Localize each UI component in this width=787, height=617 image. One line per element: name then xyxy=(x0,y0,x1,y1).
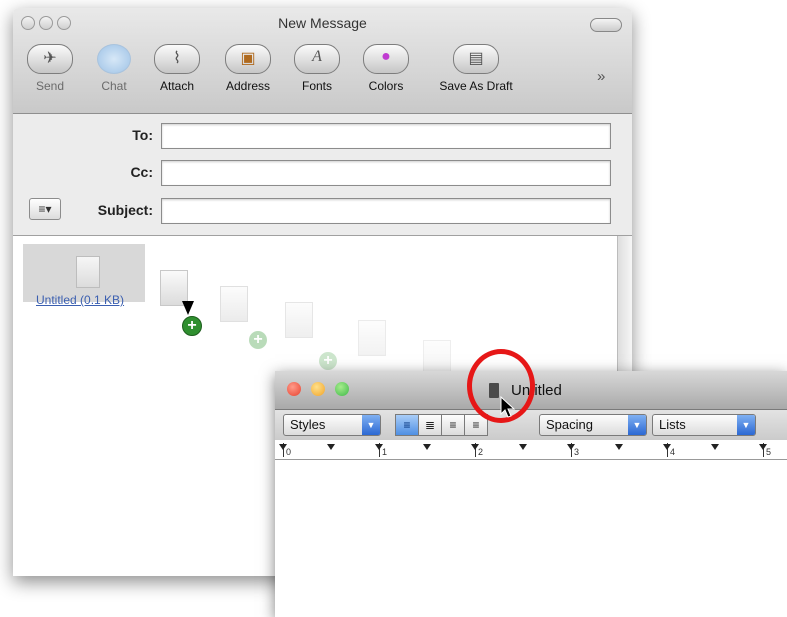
cc-field[interactable] xyxy=(161,160,611,186)
styles-popup[interactable]: Styles ▼ xyxy=(283,414,381,436)
drag-ghost-icon xyxy=(285,302,313,338)
tab-stop-icon[interactable] xyxy=(615,444,623,450)
toolbar-toggle-button[interactable] xyxy=(590,18,622,32)
tab-stop-icon[interactable] xyxy=(327,444,335,450)
tab-stop-icon[interactable] xyxy=(519,444,527,450)
tab-stop-icon[interactable] xyxy=(375,444,383,450)
fonts-label: Fonts xyxy=(301,79,332,93)
ghost-plus-icon: + xyxy=(319,352,337,370)
tab-stop-icon[interactable] xyxy=(471,444,479,450)
header-fields: To: Cc: ≡▾ Subject: xyxy=(13,114,632,236)
toolbar-overflow-chevron-icon[interactable]: » xyxy=(597,68,605,85)
tab-stop-icon[interactable] xyxy=(423,444,431,450)
document-text-area[interactable] xyxy=(275,460,787,617)
to-row: To: xyxy=(13,123,632,149)
mail-toolbar: New Message ✈ Send Chat ⌇ Attach ▣ Addre… xyxy=(13,8,632,114)
cc-label: Cc: xyxy=(130,164,153,180)
styles-label: Styles xyxy=(290,417,326,432)
mouse-pointer-icon xyxy=(182,301,194,315)
align-center-button[interactable]: ≣ xyxy=(418,414,442,436)
send-button[interactable]: ✈ Send xyxy=(24,44,76,93)
address-button[interactable]: ▣ Address xyxy=(218,44,278,93)
ghost-plus-icon: + xyxy=(249,331,267,349)
color-wheel-icon: ● xyxy=(363,44,409,74)
drag-ghost-icon xyxy=(358,320,386,356)
address-book-icon: ▣ xyxy=(225,44,271,74)
cc-row: Cc: xyxy=(13,160,632,186)
colors-button[interactable]: ● Colors xyxy=(358,44,414,93)
attach-button[interactable]: ⌇ Attach xyxy=(151,44,203,93)
fonts-icon: A xyxy=(294,44,340,74)
fonts-button[interactable]: A Fonts xyxy=(291,44,343,93)
to-label: To: xyxy=(132,127,153,143)
chat-button[interactable]: Chat xyxy=(92,44,136,93)
spacing-popup[interactable]: Spacing ▼ xyxy=(539,414,647,436)
address-label: Address xyxy=(225,79,271,93)
subject-label: Subject: xyxy=(97,202,153,218)
subject-row: Subject: xyxy=(13,198,632,224)
colors-label: Colors xyxy=(368,79,404,93)
ruler[interactable]: 0 1 2 3 4 5 xyxy=(275,441,787,460)
tab-stop-icon[interactable] xyxy=(279,444,287,450)
attach-label: Attach xyxy=(159,79,195,93)
document-icon xyxy=(76,256,100,288)
lists-popup[interactable]: Lists ▼ xyxy=(652,414,756,436)
attachment-link[interactable]: Untitled (0.1 KB) xyxy=(36,293,124,307)
save-as-draft-label: Save As Draft xyxy=(439,79,513,93)
format-bar: Styles ▼ ≡ ≣ ≡ ≡ Spacing ▼ Lists ▼ xyxy=(275,410,787,440)
send-icon: ✈ xyxy=(27,44,73,74)
mouse-pointer-icon xyxy=(500,396,516,418)
minimize-button[interactable] xyxy=(311,382,325,396)
popup-arrow-icon: ▼ xyxy=(737,415,755,435)
popup-arrow-icon: ▼ xyxy=(628,415,646,435)
spacing-label: Spacing xyxy=(546,417,593,432)
window-title: New Message xyxy=(278,15,367,31)
popup-arrow-icon: ▼ xyxy=(362,415,380,435)
paperclip-icon: ⌇ xyxy=(154,44,200,74)
send-label: Send xyxy=(35,79,65,93)
align-left-button[interactable]: ≡ xyxy=(395,414,419,436)
to-field[interactable] xyxy=(161,123,611,149)
add-copy-plus-icon: + xyxy=(182,316,202,336)
chat-bubble-icon xyxy=(97,44,131,74)
drag-ghost-icon xyxy=(220,286,248,322)
attachment[interactable]: Untitled (0.1 KB) xyxy=(23,244,145,307)
zoom-button[interactable] xyxy=(335,382,349,396)
tab-stop-icon[interactable] xyxy=(759,444,767,450)
save-draft-icon: ▤ xyxy=(453,44,499,74)
textedit-window: Untitled Styles ▼ ≡ ≣ ≡ ≡ Spacing ▼ List… xyxy=(275,371,787,617)
close-button[interactable] xyxy=(287,382,301,396)
lists-label: Lists xyxy=(659,417,686,432)
subject-field[interactable] xyxy=(161,198,611,224)
tab-stop-icon[interactable] xyxy=(663,444,671,450)
tab-stop-icon[interactable] xyxy=(567,444,575,450)
save-as-draft-button[interactable]: ▤ Save As Draft xyxy=(427,44,525,93)
align-justify-button[interactable]: ≡ xyxy=(441,414,465,436)
chat-label: Chat xyxy=(101,79,127,93)
tab-stop-icon[interactable] xyxy=(711,444,719,450)
